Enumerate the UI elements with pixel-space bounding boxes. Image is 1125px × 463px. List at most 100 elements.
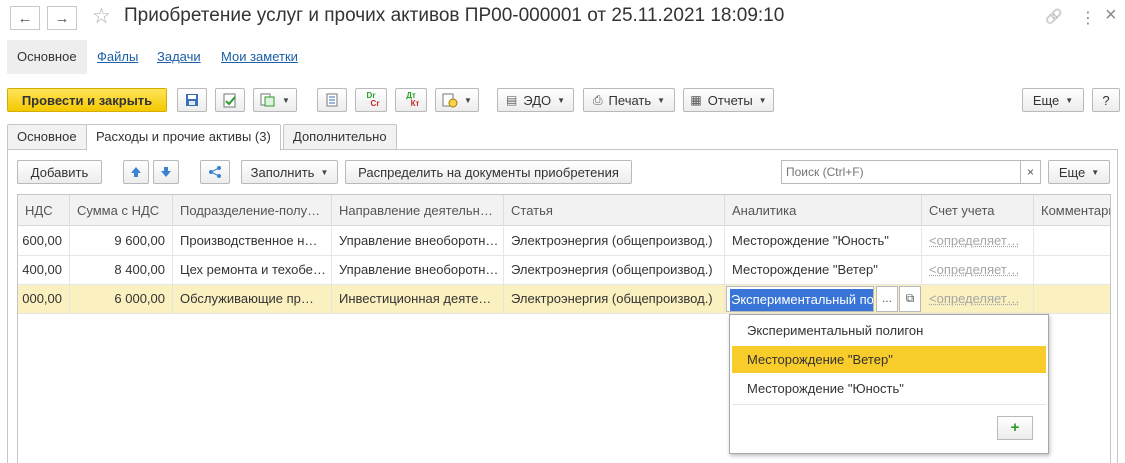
kt-label: Кт [410,99,420,108]
list-icon [326,93,338,107]
save-icon [186,94,198,106]
arrow-left-icon: ← [17,9,33,27]
tab-additional[interactable]: Дополнительно [283,124,397,150]
cell-comment [1034,256,1110,284]
cell-sum: 8 400,00 [70,256,173,284]
post-and-close-button[interactable]: Провести и закрыть [7,88,167,112]
tab-main[interactable]: Основное [7,124,87,150]
chevron-down-icon: ▼ [758,95,767,105]
cr-label: Cr [370,99,380,108]
help-button[interactable]: ? [1092,88,1120,112]
reports-button[interactable]: ▦ Отчеты ▼ [683,88,774,112]
cell-analytics: Месторождение "Юность" [725,227,922,255]
star-icon[interactable]: ☆ [92,4,111,29]
cell-account: <определяет… [922,256,1034,284]
column-header-analytics[interactable]: Аналитика [725,195,922,225]
create-based-on-button[interactable]: ▼ [253,88,297,112]
move-up-button[interactable] [123,160,149,184]
reports-label: Отчеты [707,92,753,108]
post-button[interactable] [215,88,245,112]
section-notes[interactable]: Мои заметки [221,40,298,74]
cell-comment [1034,285,1110,313]
back-button[interactable]: ← [10,6,40,30]
table-more-button[interactable]: Еще ▼ [1048,160,1110,184]
analytics-edit-input[interactable]: Экспериментальный по [726,286,874,312]
chevron-down-icon: ▼ [557,95,566,105]
forward-button[interactable]: → [47,6,77,30]
arrow-down-icon [161,167,171,177]
table-row[interactable]: 600,00 9 600,00 Производственное н… Упра… [18,227,1110,256]
dt-kt-button[interactable]: Дт Кт [395,88,427,112]
close-icon[interactable]: × [1105,4,1117,27]
table-row-selected[interactable]: 000,00 6 000,00 Обслуживающие пр… Инвест… [18,285,1110,314]
column-header-account[interactable]: Счет учета [922,195,1034,225]
cell-vat: 600,00 [18,227,70,255]
cell-item: Электроэнергия (общепроизвод.) [504,285,725,313]
section-tasks[interactable]: Задачи [157,40,201,74]
distribute-docs-button[interactable]: Распределить на документы приобретения [345,160,632,184]
column-header-item[interactable]: Статья [504,195,725,225]
cell-direction: Инвестиционная деяте… [332,285,504,313]
clear-search-button[interactable]: × [1020,160,1041,184]
select-button[interactable]: ... [876,286,898,312]
edo-icon: ▤ [505,93,518,107]
create-based-on-icon [260,93,275,107]
distribute-button[interactable] [200,160,230,184]
fill-label: Заполнить [250,164,315,180]
fill-button[interactable]: Заполнить ▼ [241,160,338,184]
cell-department: Обслуживающие пр… [173,285,332,313]
more-button[interactable]: Еще ▼ [1022,88,1084,112]
table-row[interactable]: 400,00 8 400,00 Цех ремонта и техобе… Уп… [18,256,1110,285]
dropdown-item-highlighted[interactable]: Месторождение "Ветер" [732,346,1046,373]
save-button[interactable] [177,88,207,112]
cell-item: Электроэнергия (общепроизвод.) [504,227,725,255]
analytics-edit-value: Экспериментальный по [730,289,873,311]
chevron-down-icon: ▼ [1065,95,1074,105]
cell-direction: Управление внеоборотн… [332,256,504,284]
dr-cr-button[interactable]: Dr Cr [355,88,387,112]
chevron-down-icon: ▼ [657,95,666,105]
clock-document-icon [442,93,458,107]
cell-account: <определяет… [922,227,1034,255]
cell-direction: Управление внеоборотн… [332,227,504,255]
chevron-down-icon: ▼ [320,167,329,177]
link-icon[interactable]: 🔗 [1045,8,1062,25]
print-button[interactable]: ⎙ Печать ▼ [583,88,675,112]
column-header-comment[interactable]: Комментарий [1034,195,1110,225]
search-input[interactable] [781,160,1021,184]
post-document-icon [223,93,236,107]
cell-vat: 000,00 [18,285,70,313]
chevron-down-icon: ▼ [464,95,472,105]
share-icon [209,166,221,178]
cell-comment [1034,227,1110,255]
column-header-direction[interactable]: Направление деятельн… [332,195,504,225]
move-down-button[interactable] [153,160,179,184]
open-icon[interactable]: ⧉ [899,286,921,312]
document-list-button[interactable] [317,88,347,112]
arrow-right-icon: → [54,9,70,27]
dropdown-divider [732,404,1046,405]
dropdown-item[interactable]: Месторождение "Юность" [732,375,1046,402]
column-header-department[interactable]: Подразделение-полу… [173,195,332,225]
printer-icon: ⎙ [592,93,603,107]
add-icon[interactable]: + [997,416,1033,440]
page-title: Приобретение услуг и прочих активов ПР00… [124,5,785,26]
table-header: НДС Сумма с НДС Подразделение-полу… Напр… [18,195,1110,226]
section-files[interactable]: Файлы [97,40,138,74]
edo-label: ЭДО [523,92,552,108]
edo-button[interactable]: ▤ ЭДО ▼ [497,88,574,112]
report-icon: ▦ [690,93,702,107]
add-row-button[interactable]: Добавить [17,160,102,184]
section-main[interactable]: Основное [7,40,87,74]
tab-expenses[interactable]: Расходы и прочие активы (3) [86,124,281,151]
dropdown-item[interactable]: Экспериментальный полигон [732,317,1046,344]
schedule-button[interactable]: ▼ [435,88,479,112]
cell-vat: 400,00 [18,256,70,284]
chevron-down-icon: ▼ [282,95,290,105]
cell-sum: 6 000,00 [70,285,173,313]
column-header-sum[interactable]: Сумма с НДС [70,195,173,225]
column-header-vat[interactable]: НДС [18,195,70,225]
print-label: Печать [608,92,652,108]
more-icon[interactable]: ⋮ [1080,8,1096,28]
cell-department: Производственное н… [173,227,332,255]
